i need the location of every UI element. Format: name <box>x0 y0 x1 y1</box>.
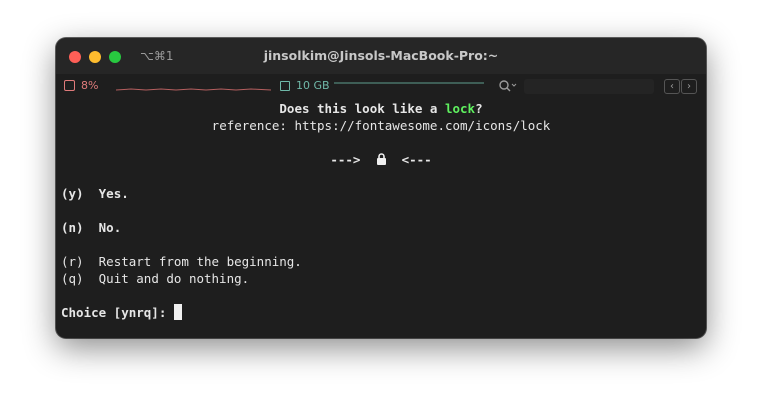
icon-preview-line: ---> <--- <box>61 151 701 168</box>
memory-icon <box>280 81 290 91</box>
choice-prompt: Choice [ynrq]: <box>61 305 167 320</box>
option-yes: (y) Yes. <box>61 185 701 202</box>
close-button[interactable] <box>69 51 81 63</box>
choice-prompt-line[interactable]: Choice [ynrq]: <box>61 304 701 321</box>
text-cursor[interactable] <box>174 304 183 320</box>
option-label: No. <box>98 220 122 235</box>
memory-graph <box>334 82 484 84</box>
option-key: (r) <box>61 254 84 269</box>
option-no: (n) No. <box>61 219 701 236</box>
title-bar: ⌥⌘1 jinsolkim@Jinsols-MacBook-Pro:~ <box>56 38 706 74</box>
cpu-icon <box>64 80 75 91</box>
search-input[interactable] <box>524 79 654 94</box>
cpu-graph <box>116 88 271 91</box>
option-label: Restart from the beginning. <box>98 254 302 269</box>
reference-line: reference: https://fontawesome.com/icons… <box>211 118 551 133</box>
next-button[interactable]: › <box>681 79 697 94</box>
terminal-window: ⌥⌘1 jinsolkim@Jinsols-MacBook-Pro:~ 8% 1… <box>56 38 706 338</box>
option-key: (n) <box>61 220 84 235</box>
cpu-usage: 8% <box>81 79 99 92</box>
window-shortcut: ⌥⌘1 <box>140 49 174 63</box>
question-suffix: ? <box>475 101 483 116</box>
arrow-right: <--- <box>401 152 432 167</box>
memory-usage: 10 GB <box>296 79 330 92</box>
zoom-button[interactable] <box>109 51 121 63</box>
option-restart: (r) Restart from the beginning. <box>61 253 701 270</box>
arrow-left: ---> <box>330 152 361 167</box>
option-key: (y) <box>61 186 84 201</box>
minimize-button[interactable] <box>89 51 101 63</box>
question-highlight: lock <box>444 101 476 116</box>
option-key: (q) <box>61 271 84 286</box>
status-bar: 8% 10 GB ‹ › <box>56 76 706 98</box>
option-label: Yes. <box>98 186 129 201</box>
question-prefix: Does this look like a <box>279 101 445 116</box>
option-label: Quit and do nothing. <box>98 271 250 286</box>
option-quit: (q) Quit and do nothing. <box>61 270 701 287</box>
lock-icon <box>376 153 386 165</box>
question-line: Does this look like a lock? <box>61 100 701 117</box>
search-icon[interactable] <box>498 78 518 94</box>
previous-button[interactable]: ‹ <box>664 79 680 94</box>
window-title: jinsolkim@Jinsols-MacBook-Pro:~ <box>263 48 499 63</box>
